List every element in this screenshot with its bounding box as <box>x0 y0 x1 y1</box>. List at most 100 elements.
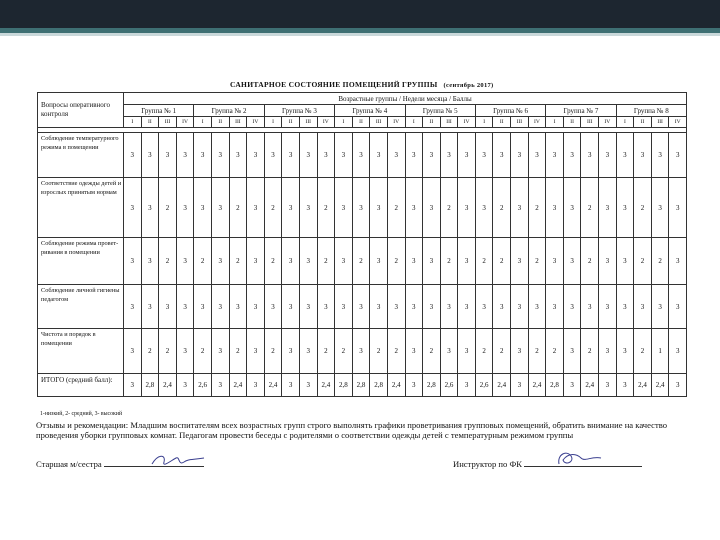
score-cell: 3 <box>510 237 529 285</box>
score-cell: 2 <box>386 177 406 238</box>
score-cell: 3 <box>474 284 494 329</box>
score-legend: 1-низкий, 2- средний, 3- высокий <box>40 411 123 417</box>
week-header: I <box>334 116 353 128</box>
criterion-label: Чистота и порядок в помещении <box>37 328 124 374</box>
score-cell: 3 <box>474 177 494 238</box>
score-cell: 3 <box>140 177 160 238</box>
score-cell: 3 <box>562 237 582 285</box>
header-row: Вопросы оперативного контроля Возрастные … <box>37 92 687 128</box>
criteria-row: Чистота и порядок в помещении 3 2 2 3 2 3 2 3 2 3 3… <box>37 328 687 374</box>
score-cell: 3 <box>369 132 388 178</box>
score-cell: 3 <box>210 237 230 285</box>
score-cell: 3 <box>298 328 318 374</box>
criterion-label: Соблюдение режима провет-ривания в помещ… <box>37 237 124 285</box>
top-bar <box>0 0 720 28</box>
score-cell: 2 <box>527 237 547 285</box>
score-cell: 3 <box>598 284 617 329</box>
week-header: II <box>422 116 441 128</box>
total-cell: 3 <box>281 373 300 397</box>
score-cell: 3 <box>598 132 617 178</box>
total-cell: 2,4 <box>386 373 406 397</box>
score-cell: 3 <box>457 284 476 329</box>
score-cell: 3 <box>650 132 670 178</box>
week-header: II <box>281 116 300 128</box>
score-cell: 3 <box>246 132 265 178</box>
score-cell: 2 <box>492 177 512 238</box>
week-header: I <box>474 116 494 128</box>
score-cell: 3 <box>228 132 248 178</box>
score-cell: 3 <box>510 177 529 238</box>
week-header: I <box>263 116 283 128</box>
score-cell: 3 <box>422 237 441 285</box>
total-cell: 2,4 <box>316 373 336 397</box>
score-cell: 3 <box>140 132 160 178</box>
weeks-row: I II III IV I II III IV I II III IV I II III IV I II III IV… <box>38 116 687 128</box>
score-cell: 3 <box>598 177 617 238</box>
score-cell: 2 <box>228 328 248 374</box>
score-cell: 2 <box>263 237 283 285</box>
score-cell: 3 <box>175 328 195 374</box>
criteria-row: Соблюдение режима провет-ривания в помещ… <box>37 237 687 285</box>
score-cell: 3 <box>193 132 212 178</box>
score-cell: 3 <box>527 132 547 178</box>
score-cell: 3 <box>474 132 494 178</box>
criteria-row: Соответствие одежды детей и взрослых при… <box>37 177 687 238</box>
week-header: IV <box>246 116 265 128</box>
score-cell: 3 <box>404 284 424 329</box>
score-cell: 3 <box>351 132 371 178</box>
total-cell: 2,4 <box>263 373 283 397</box>
score-cell: 3 <box>246 237 265 285</box>
score-cell: 3 <box>615 237 635 285</box>
groups-header: Возрастные группы / Недели месяца / Балл… <box>123 92 687 105</box>
week-header: II <box>633 116 652 128</box>
score-cell: 3 <box>404 132 424 178</box>
score-cell: 3 <box>510 328 529 374</box>
total-cell: 2,8 <box>369 373 388 397</box>
handwritten-signature-right <box>558 452 602 465</box>
total-cell: 2,4 <box>228 373 248 397</box>
score-cell: 2 <box>633 177 652 238</box>
total-cell: 2,4 <box>650 373 670 397</box>
criteria-row: Соблюдение температурного режима в помещ… <box>37 132 687 178</box>
group-header: Группа № 6 <box>474 104 547 117</box>
score-cell: 2 <box>316 328 336 374</box>
score-cell: 3 <box>386 132 406 178</box>
score-cell: 3 <box>334 284 353 329</box>
week-header: III <box>228 116 248 128</box>
week-header: I <box>123 116 142 128</box>
week-header: II <box>210 116 230 128</box>
week-header: II <box>140 116 160 128</box>
criterion-label: Соответствие одежды детей и взрослых при… <box>37 177 124 238</box>
score-cell: 3 <box>298 284 318 329</box>
total-cell: 3 <box>246 373 265 397</box>
groups-row: Группа № 1 Группа № 2 Группа № 3 Группа № 4… <box>38 104 688 117</box>
week-header: IV <box>527 116 547 128</box>
total-cell: 2,8 <box>140 373 160 397</box>
score-cell: 3 <box>298 132 318 178</box>
score-cell: 3 <box>210 284 230 329</box>
score-cell: 3 <box>281 284 300 329</box>
score-cell: 3 <box>527 284 547 329</box>
week-header: III <box>510 116 529 128</box>
week-header: I <box>615 116 635 128</box>
score-cell: 2 <box>316 237 336 285</box>
total-cell: 3 <box>615 373 635 397</box>
group-header: Группа № 5 <box>404 104 476 117</box>
score-cell: 2 <box>158 177 177 238</box>
score-cell: 3 <box>140 237 160 285</box>
score-cell: 3 <box>334 177 353 238</box>
week-header: I <box>545 116 564 128</box>
score-cell: 3 <box>422 132 441 178</box>
criteria-row: Соблюдение личной гигиены педагогом 3 3 3 3 3… <box>37 284 687 329</box>
score-cell: 3 <box>545 284 564 329</box>
total-cell: 3 <box>510 373 529 397</box>
score-cell: 3 <box>457 328 476 374</box>
total-cell: 2,8 <box>351 373 371 397</box>
score-cell: 3 <box>298 237 318 285</box>
score-cell: 2 <box>369 328 388 374</box>
week-header: IV <box>316 116 336 128</box>
score-cell: 3 <box>263 132 283 178</box>
week-header: I <box>193 116 212 128</box>
total-cell: 3 <box>404 373 424 397</box>
score-cell: 3 <box>351 177 371 238</box>
